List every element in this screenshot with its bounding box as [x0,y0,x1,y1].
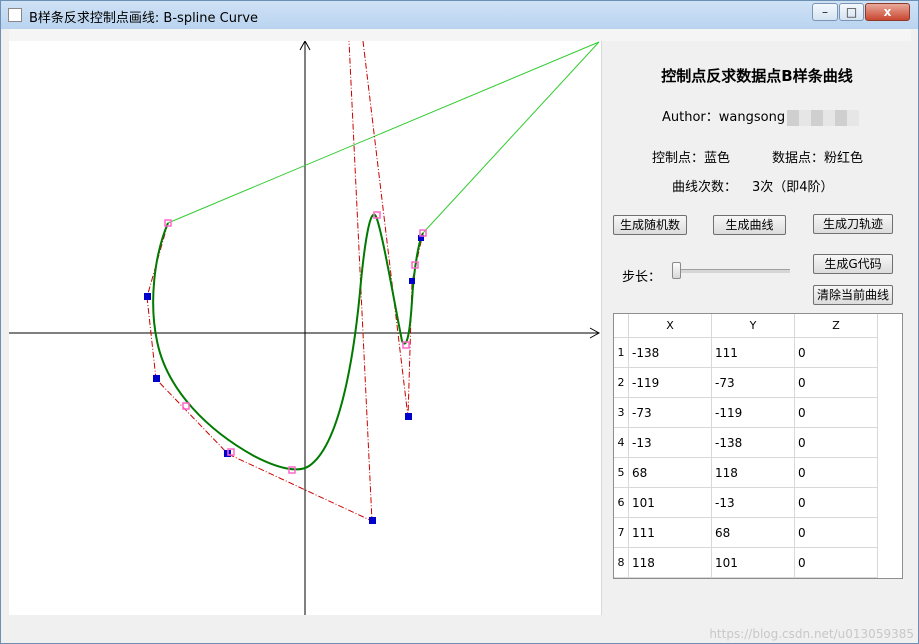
clear-curve-button[interactable]: 清除当前曲线 [813,285,893,305]
table-cell-y[interactable]: 118 [712,458,795,488]
data-point-legend: 数据点：粉红色 [772,151,864,166]
table-cell-x[interactable]: -138 [629,338,712,368]
row-header[interactable]: 1 [614,338,629,368]
step-label: 步长： [622,270,662,285]
generate-random-button[interactable]: 生成随机数 [613,215,687,235]
control-point-legend: 控制点：蓝色 [652,151,731,166]
table-cell-y[interactable]: -73 [712,368,795,398]
control-point[interactable] [409,278,415,284]
table-cell-x[interactable]: 111 [629,518,712,548]
table-cell-z[interactable]: 0 [795,548,878,578]
table-cell-y[interactable]: 101 [712,548,795,578]
control-point[interactable] [369,517,376,524]
table-header: X Y Z [614,314,902,338]
table-cell-x[interactable]: -13 [629,428,712,458]
control-polygon-left [146,41,373,522]
minimize-icon: – [822,5,828,19]
maximize-icon: □ [845,5,858,19]
table-cell-z[interactable]: 0 [795,368,878,398]
row-header[interactable]: 5 [614,458,629,488]
control-point[interactable] [144,293,151,300]
table-cell-z[interactable]: 0 [795,458,878,488]
end-tangent-line [422,41,600,234]
maximize-button[interactable]: □ [839,3,864,21]
table-cell-y[interactable]: -119 [712,398,795,428]
row-header[interactable]: 7 [614,518,629,548]
row-header[interactable]: 8 [614,548,629,578]
generate-toolpath-button[interactable]: 生成刀轨迹 [813,214,893,234]
table-cell-z[interactable]: 0 [795,398,878,428]
app-window: B样条反求控制点画线: B-spline Curve – □ x 控制点反求数据… [0,0,919,644]
row-header[interactable]: 2 [614,368,629,398]
table-cell-x[interactable]: -119 [629,368,712,398]
row-header[interactable]: 6 [614,488,629,518]
close-button[interactable]: x [865,3,910,21]
table-cell-y[interactable]: -138 [712,428,795,458]
row-header[interactable]: 4 [614,428,629,458]
table-cell-x[interactable]: 101 [629,488,712,518]
control-point[interactable] [153,375,160,382]
table-cell-y[interactable]: 68 [712,518,795,548]
table-cell-y[interactable]: -13 [712,488,795,518]
table-cell-z[interactable]: 0 [795,428,878,458]
window-title: B样条反求控制点画线: B-spline Curve [29,11,259,26]
step-slider-thumb[interactable] [672,262,681,279]
degree-label: 曲线次数： [672,180,738,195]
table-cell-x[interactable]: -73 [629,398,712,428]
column-header-x[interactable]: X [629,314,712,338]
table-cell-y[interactable]: 111 [712,338,795,368]
column-header-y[interactable]: Y [712,314,795,338]
status-bar: https://blog.csdn.net/u013059385 [1,615,918,643]
table-cell-z[interactable]: 0 [795,488,878,518]
control-point[interactable] [405,413,412,420]
control-polygon-right [362,41,424,418]
generate-gcode-button[interactable]: 生成G代码 [813,254,893,274]
table-cell-x[interactable]: 68 [629,458,712,488]
redaction-mask [787,109,860,126]
table-cell-z[interactable]: 0 [795,338,878,368]
curve-plot [9,41,601,615]
watermark: https://blog.csdn.net/u013059385 [709,627,914,641]
bspline-curve [152,213,424,471]
minimize-button[interactable]: – [812,3,838,21]
author-label: Author：wangsong [662,110,786,125]
author-line: Author：wangsong [662,106,860,126]
step-slider-track[interactable] [672,269,790,273]
corner-header [614,314,629,338]
start-tangent-line [167,41,600,224]
degree-value: 3次（即4阶） [752,180,834,195]
column-header-z[interactable]: Z [795,314,878,338]
close-icon: x [883,5,892,19]
title-bar[interactable]: B样条反求控制点画线: B-spline Curve – □ x [1,1,918,29]
panel-heading: 控制点反求数据点B样条曲线 [661,67,853,85]
table-cell-x[interactable]: 118 [629,548,712,578]
app-icon [8,8,22,22]
point-table[interactable]: X Y Z 1 -138 111 0 2 -119 -73 0 3 -73 -119 0 4 -13 -13… [613,313,903,579]
generate-curve-button[interactable]: 生成曲线 [713,215,786,235]
control-panel: 控制点反求数据点B样条曲线 Author：wangsong 控制点：蓝色 数据点… [601,41,912,615]
table-cell-z[interactable]: 0 [795,518,878,548]
drawing-canvas[interactable] [9,41,601,615]
row-header[interactable]: 3 [614,398,629,428]
